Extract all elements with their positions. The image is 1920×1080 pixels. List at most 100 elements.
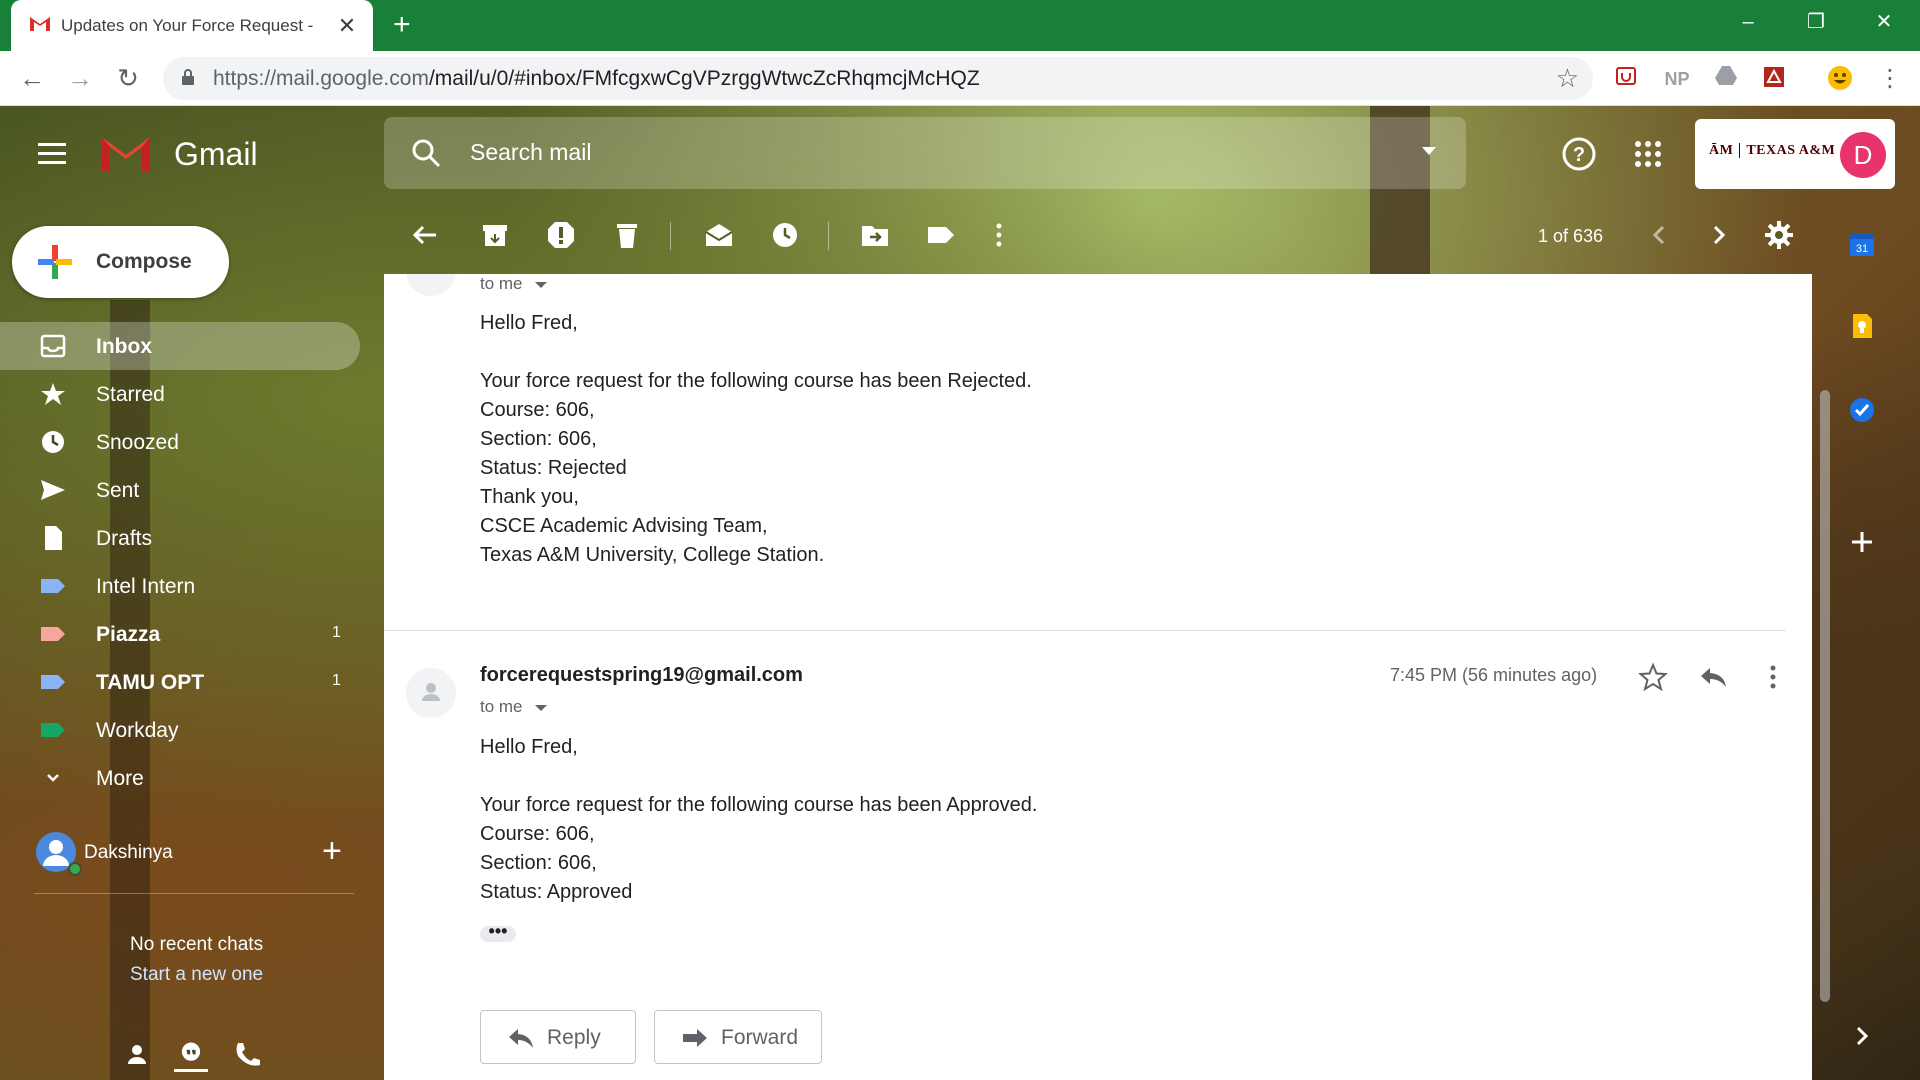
contacts-icon[interactable] (120, 1038, 154, 1072)
snooze-icon[interactable] (770, 220, 800, 250)
recipient-toggle[interactable]: to me (480, 697, 547, 717)
bookmark-star-icon[interactable]: ☆ (1556, 63, 1579, 94)
chevron-down-icon[interactable] (534, 704, 547, 711)
browser-tab-bar: Updates on Your Force Request - ✕ + – ❐ … (0, 0, 1920, 51)
star-icon[interactable] (1638, 662, 1668, 692)
back-icon[interactable]: ← (16, 63, 48, 94)
sender-email[interactable]: forcerequestspring19@gmail.com (480, 664, 803, 687)
star-icon (41, 383, 65, 405)
phone-icon[interactable] (230, 1038, 264, 1072)
extension-shield-icon[interactable] (1614, 65, 1638, 93)
main-menu-icon[interactable] (38, 143, 66, 165)
inbox-icon (40, 334, 66, 358)
lock-icon (182, 69, 194, 85)
older-icon[interactable] (1704, 220, 1734, 250)
omnibox[interactable]: https://mail.google.com/mail/u/0/#inbox/… (163, 57, 1593, 100)
keep-icon[interactable] (1848, 312, 1876, 340)
sidebar-item-more[interactable]: More (0, 754, 360, 802)
sidebar-item-tamu-opt[interactable]: TAMU OPT 1 (0, 658, 360, 706)
mark-unread-icon[interactable] (704, 220, 734, 250)
body-line (480, 338, 1032, 367)
labels-icon[interactable] (926, 220, 956, 250)
compose-label: Compose (96, 250, 192, 273)
browser-menu-icon[interactable]: ⋮ (1878, 65, 1902, 93)
close-window-icon[interactable]: ✕ (1856, 0, 1912, 44)
sidebar-item-label: Intel Intern (96, 575, 196, 598)
help-icon[interactable]: ? (1561, 136, 1597, 172)
restore-icon[interactable]: ❐ (1788, 0, 1844, 44)
minimize-icon[interactable]: – (1720, 0, 1776, 44)
tasks-icon[interactable] (1848, 396, 1876, 424)
tab-title: Updates on Your Force Request - (61, 15, 314, 35)
emoji-extension-icon[interactable] (1826, 65, 1854, 93)
body-line: Hello Fred, (480, 736, 578, 758)
sidebar-item-label: Snoozed (96, 431, 179, 454)
more-options-icon[interactable] (984, 220, 1014, 250)
search-options-icon[interactable] (1422, 147, 1436, 155)
chevron-right-icon[interactable] (1848, 1022, 1876, 1050)
pdf-extension-icon[interactable] (1760, 65, 1788, 93)
delete-icon[interactable] (612, 220, 642, 250)
chevron-down-icon[interactable] (534, 281, 547, 288)
calendar-icon[interactable]: 31 (1848, 230, 1876, 258)
label-icon (41, 723, 65, 737)
body-line: Status: Rejected (480, 457, 627, 479)
message-time: 7:45 PM (56 minutes ago) (1390, 665, 1598, 685)
body-line (480, 762, 1037, 791)
hangouts-user[interactable]: Dakshinya + (36, 830, 356, 876)
body-line: Status: Approved (480, 881, 633, 903)
sidebar-item-workday[interactable]: Workday (0, 706, 360, 754)
send-icon (41, 480, 65, 500)
sidebar-item-sent[interactable]: Sent (0, 466, 360, 514)
more-options-icon[interactable] (1758, 662, 1788, 692)
forward-icon[interactable]: → (64, 63, 96, 94)
archive-icon[interactable] (480, 220, 510, 250)
add-on-plus-icon[interactable] (1848, 528, 1876, 556)
start-new-chat-link[interactable]: Start a new one (130, 964, 263, 986)
recipient-toggle[interactable]: to me (480, 274, 547, 294)
message-pane: to me Hello Fred, Your force request for… (384, 274, 1812, 1080)
settings-gear-icon[interactable] (1764, 220, 1794, 250)
search-input[interactable]: Search mail (470, 139, 591, 166)
side-panel: 31 (1812, 106, 1920, 1080)
add-chat-icon[interactable]: + (322, 832, 342, 871)
sidebar-item-inbox[interactable]: Inbox (0, 322, 360, 370)
sidebar-item-piazza[interactable]: Piazza 1 (0, 610, 360, 658)
body-line: Your force request for the following cou… (480, 370, 1032, 392)
chevron-down-icon (47, 774, 59, 782)
reply-icon[interactable] (1698, 662, 1728, 692)
sidebar-item-drafts[interactable]: Drafts (0, 514, 360, 562)
sidebar-item-snoozed[interactable]: Snoozed (0, 418, 360, 466)
sidebar-item-label: Piazza (96, 623, 161, 646)
body-line: Hello Fred, (480, 312, 578, 334)
reload-icon[interactable]: ↻ (112, 63, 144, 94)
sidebar-item-intel-intern[interactable]: Intel Intern (0, 562, 360, 610)
report-spam-icon[interactable] (546, 220, 576, 250)
divider (384, 630, 1786, 631)
back-to-inbox-icon[interactable] (410, 220, 440, 250)
url-text: https://mail.google.com/mail/u/0/#inbox/… (213, 67, 980, 90)
drive-extension-icon[interactable] (1712, 65, 1740, 93)
reply-button[interactable]: Reply (480, 1010, 636, 1064)
move-to-icon[interactable] (860, 220, 890, 250)
new-tab-icon[interactable]: + (393, 9, 411, 41)
search-icon[interactable] (410, 137, 442, 169)
body-line: Texas A&M University, College Station. (480, 544, 825, 566)
hangouts-icon[interactable] (174, 1038, 208, 1072)
apps-grid-icon[interactable] (1630, 136, 1666, 172)
search-box[interactable]: Search mail (384, 117, 1466, 189)
body-line: CSCE Academic Advising Team, (480, 515, 768, 537)
reply-label: Reply (547, 1026, 601, 1049)
sender-avatar (406, 668, 456, 718)
chat-user-name: Dakshinya (84, 842, 173, 863)
close-tab-icon[interactable]: ✕ (337, 13, 357, 39)
body-line: Section: 606, (480, 428, 597, 450)
sidebar-item-label: Sent (96, 479, 140, 502)
show-trimmed-content-button[interactable]: ••• (480, 922, 516, 942)
browser-tab[interactable]: Updates on Your Force Request - ✕ (11, 0, 373, 51)
extension-np[interactable]: NP (1662, 65, 1692, 93)
sidebar-item-starred[interactable]: Starred (0, 370, 360, 418)
newer-icon[interactable] (1644, 220, 1674, 250)
compose-button[interactable]: Compose (12, 226, 229, 298)
forward-button[interactable]: Forward (654, 1010, 822, 1064)
